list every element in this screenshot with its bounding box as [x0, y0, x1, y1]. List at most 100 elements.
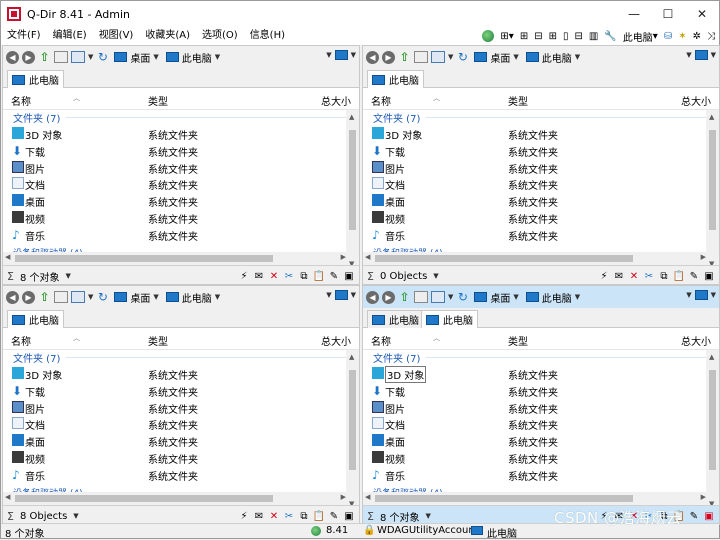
list-item[interactable]: 文档 系统文件夹: [3, 415, 348, 432]
location-pc[interactable]: 此电脑 ▼: [164, 50, 222, 65]
scroll-up-icon[interactable]: ▲: [349, 113, 354, 121]
scroll-thumb[interactable]: [375, 495, 633, 502]
layout-grid-icon[interactable]: ⊞▾: [500, 31, 513, 42]
list-item[interactable]: ⬇ 下载 系统文件夹: [3, 382, 348, 399]
back-icon[interactable]: ◀: [366, 290, 379, 304]
pin-icon[interactable]: ✶: [678, 31, 686, 42]
view-mode-icon[interactable]: [71, 51, 85, 63]
network-icon[interactable]: ⛁: [664, 31, 672, 42]
list-item[interactable]: ♪ 音乐 系统文件夹: [3, 466, 348, 483]
back-icon[interactable]: ◀: [366, 50, 379, 64]
location-desktop[interactable]: 桌面 ▼: [472, 50, 520, 65]
rename-icon[interactable]: ✎: [328, 270, 340, 282]
location-pc[interactable]: 此电脑 ▼: [164, 290, 222, 305]
list-item[interactable]: 3D 对象 系统文件夹: [3, 365, 348, 382]
chevron-down-icon[interactable]: ▼: [326, 51, 331, 59]
horizontal-scrollbar[interactable]: ◀ ▶: [363, 252, 708, 265]
folder-options-icon[interactable]: [54, 51, 68, 63]
chevron-down-icon[interactable]: ▼: [448, 53, 453, 61]
shuffle-icon[interactable]: ⤨: [707, 31, 715, 42]
minimize-button[interactable]: —: [617, 1, 651, 27]
tab-pc[interactable]: 此电脑: [7, 310, 64, 328]
col-type[interactable]: 类型: [148, 333, 168, 348]
chevron-down-icon[interactable]: ▼: [73, 512, 78, 520]
copy-icon[interactable]: ⧉: [658, 270, 670, 282]
scroll-right-icon[interactable]: ▶: [341, 493, 346, 501]
forward-icon[interactable]: ▶: [382, 290, 395, 304]
scroll-thumb[interactable]: [349, 370, 356, 470]
list-item[interactable]: ♪ 音乐 系统文件夹: [3, 226, 348, 243]
col-type[interactable]: 类型: [148, 93, 168, 108]
horizontal-scrollbar[interactable]: ◀ ▶: [3, 252, 348, 265]
group-header[interactable]: 文件夹 (7): [373, 110, 708, 125]
list-item[interactable]: 桌面 系统文件夹: [363, 432, 708, 449]
refresh-icon[interactable]: ↻: [96, 290, 109, 304]
layout-4-icon[interactable]: ⊞: [520, 31, 528, 42]
scroll-right-icon[interactable]: ▶: [701, 253, 706, 261]
chevron-down-icon[interactable]: ▼: [686, 51, 691, 59]
cut-icon[interactable]: ✂: [283, 270, 295, 282]
copy-icon[interactable]: ⧉: [298, 270, 310, 282]
menu-favorites[interactable]: 收藏夹(A): [139, 27, 196, 45]
properties-icon[interactable]: ▣: [703, 510, 715, 522]
view-mode-icon[interactable]: [71, 291, 85, 303]
maximize-button[interactable]: ☐: [651, 1, 685, 27]
tools-icon[interactable]: 🔧: [604, 31, 616, 42]
refresh-icon[interactable]: ↻: [456, 290, 469, 304]
refresh-icon[interactable]: ↻: [456, 50, 469, 64]
scroll-up-icon[interactable]: ▲: [709, 113, 714, 121]
list-item[interactable]: ⬇ 下载 系统文件夹: [363, 382, 708, 399]
scroll-left-icon[interactable]: ◀: [5, 493, 10, 501]
menu-view[interactable]: 视图(V): [93, 27, 140, 45]
group-header[interactable]: 文件夹 (7): [13, 350, 348, 365]
chevron-down-icon[interactable]: ▼: [448, 293, 453, 301]
properties-icon[interactable]: ▣: [343, 510, 355, 522]
chevron-down-icon[interactable]: ▼: [88, 53, 93, 61]
chevron-down-icon[interactable]: ▼: [88, 293, 93, 301]
col-name[interactable]: 名称: [371, 333, 391, 348]
horizontal-scrollbar[interactable]: ◀ ▶: [3, 492, 348, 505]
list-item[interactable]: 图片 系统文件夹: [3, 399, 348, 416]
delete-icon[interactable]: ✕: [268, 510, 280, 522]
tab-pc-1[interactable]: 此电脑: [367, 310, 424, 328]
forward-icon[interactable]: ▶: [22, 50, 35, 64]
list-item[interactable]: 图片 系统文件夹: [363, 159, 708, 176]
col-size[interactable]: 总大小: [321, 333, 351, 348]
list-item[interactable]: 图片 系统文件夹: [3, 159, 348, 176]
rename-icon[interactable]: ✎: [328, 510, 340, 522]
list-item[interactable]: 视频 系统文件夹: [363, 209, 708, 226]
back-icon[interactable]: ◀: [6, 50, 19, 64]
tab-pc[interactable]: 此电脑: [7, 70, 64, 88]
back-icon[interactable]: ◀: [6, 290, 19, 304]
chevron-down-icon[interactable]: ▼: [326, 291, 331, 299]
paste-icon[interactable]: 📋: [313, 510, 325, 522]
horizontal-scrollbar[interactable]: ◀ ▶: [363, 492, 708, 505]
mail-icon[interactable]: ✉: [613, 270, 625, 282]
col-name[interactable]: 名称: [11, 93, 31, 108]
scroll-thumb[interactable]: [349, 130, 356, 230]
forward-icon[interactable]: ▶: [22, 290, 35, 304]
scroll-left-icon[interactable]: ◀: [5, 253, 10, 261]
group-header[interactable]: 文件夹 (7): [13, 110, 348, 125]
scroll-thumb[interactable]: [709, 130, 716, 230]
list-item[interactable]: ⬇ 下载 系统文件夹: [363, 142, 708, 159]
chevron-down-icon[interactable]: ▼: [351, 291, 356, 299]
list-item[interactable]: 视频 系统文件夹: [3, 209, 348, 226]
list-item[interactable]: ♪ 音乐 系统文件夹: [363, 226, 708, 243]
monitor-icon[interactable]: [694, 290, 708, 300]
group-header[interactable]: 文件夹 (7): [373, 350, 708, 365]
list-item[interactable]: 文档 系统文件夹: [363, 415, 708, 432]
col-name[interactable]: 名称: [371, 93, 391, 108]
layout-1-icon[interactable]: ▯: [563, 31, 569, 42]
refresh-icon[interactable]: ↻: [96, 50, 109, 64]
up-arrow-icon[interactable]: ⇧: [398, 50, 411, 64]
scroll-thumb[interactable]: [709, 370, 716, 470]
chevron-down-icon[interactable]: ▼: [351, 51, 356, 59]
list-item[interactable]: 3D 对象 系统文件夹: [363, 125, 708, 142]
paste-icon[interactable]: 📋: [313, 270, 325, 282]
forward-icon[interactable]: ▶: [382, 50, 395, 64]
lightning-icon[interactable]: ⚡: [238, 510, 250, 522]
folder-options-icon[interactable]: [54, 291, 68, 303]
scroll-thumb[interactable]: [15, 255, 273, 262]
list-item[interactable]: ♪ 音乐 系统文件夹: [363, 466, 708, 483]
